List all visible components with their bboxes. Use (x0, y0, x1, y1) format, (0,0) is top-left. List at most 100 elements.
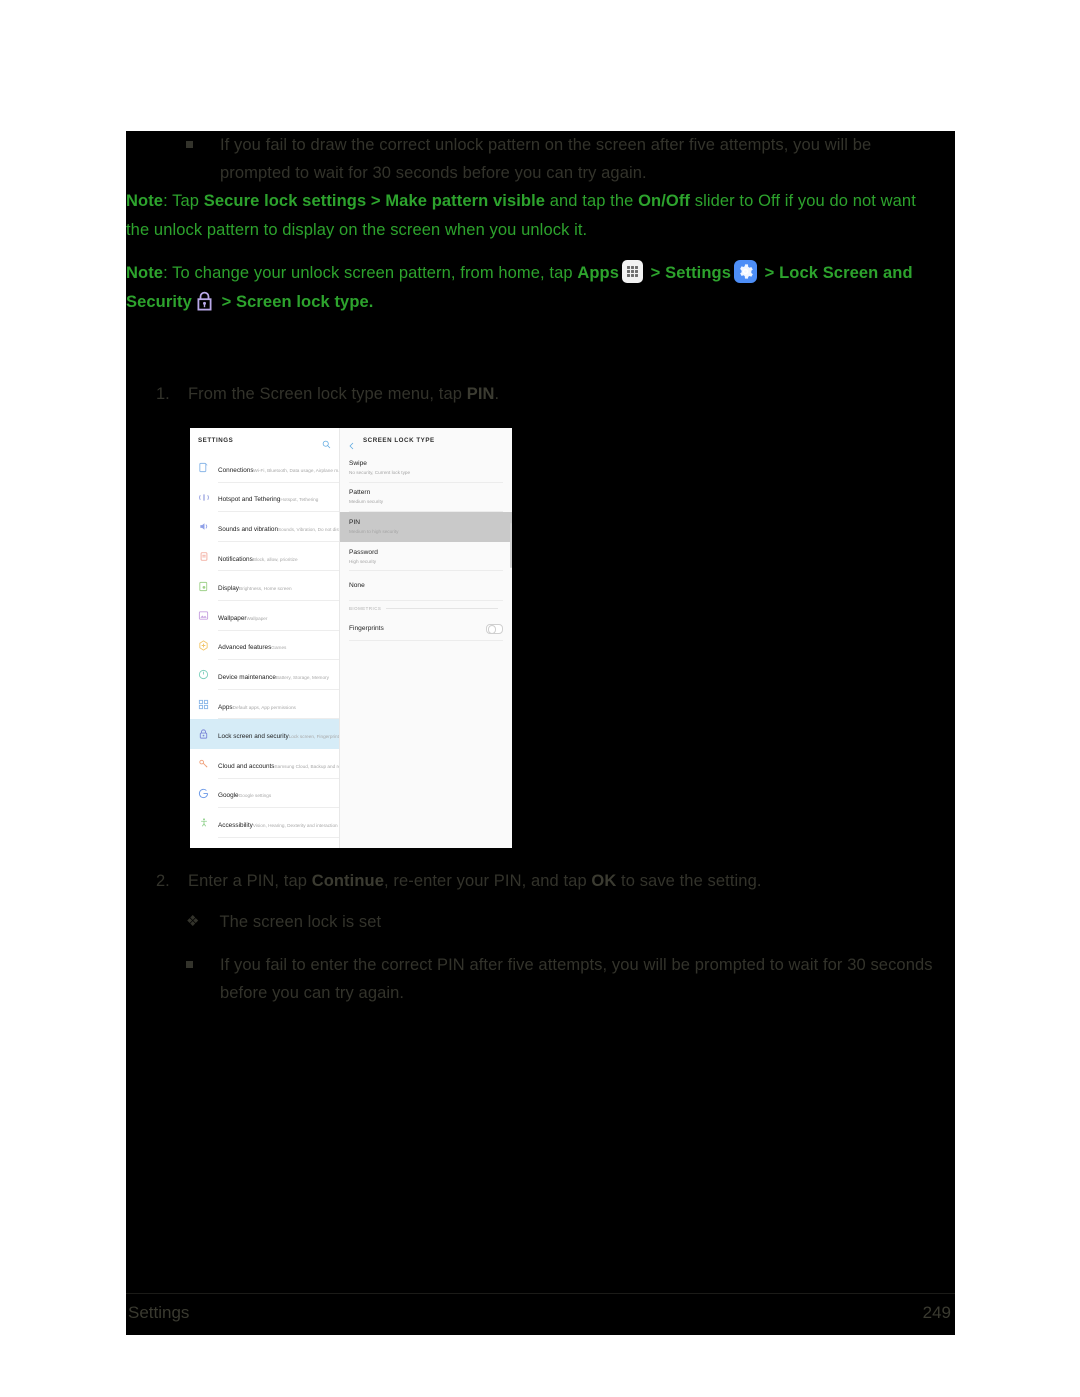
sidebar-item-subtitle: Wallpaper (246, 615, 268, 621)
sidebar-item-texts: Advanced featuresGames (218, 636, 339, 654)
lock-option-pattern[interactable]: Pattern Medium security (340, 482, 512, 513)
row-divider (218, 836, 339, 838)
note-text-1: : Tap (163, 192, 204, 210)
sidebar-item-subtitle: Default apps, App permissions (232, 704, 296, 710)
advanced-features-icon (197, 639, 210, 652)
step-text-part-1: Enter a PIN, tap (188, 872, 312, 890)
sidebar-item-sounds-and-vibration[interactable]: Sounds and vibrationSounds, Vibration, D… (190, 512, 339, 542)
step-bold-continue: Continue (311, 872, 384, 890)
settings-right-panel: SCREEN LOCK TYPE Swipe No security, Curre… (340, 428, 512, 848)
bullet-text: If you fail to enter the correct PIN aft… (220, 956, 933, 1002)
screen-lock-type-title: SCREEN LOCK TYPE (363, 437, 435, 444)
sidebar-item-accessibility[interactable]: AccessibilityVision, Hearing, Dexterity … (190, 808, 339, 838)
note-separator-2: > (760, 264, 780, 282)
sidebar-item-google[interactable]: GoogleGoogle settings (190, 779, 339, 809)
sidebar-item-texts: Sounds and vibrationSounds, Vibration, D… (218, 518, 339, 536)
sidebar-item-subtitle: Vision, Hearing, Dexterity and interacti… (252, 822, 338, 828)
settings-left-panel: SETTINGS ConnectionsWi-Fi, Bluetooth, Da… (190, 428, 340, 848)
sidebar-item-notifications[interactable]: NotificationsBlock, allow, prioritize (190, 542, 339, 572)
sidebar-item-texts: NotificationsBlock, allow, prioritize (218, 548, 339, 566)
lock-option-subtitle: High security (349, 558, 377, 564)
sidebar-item-hotspot-and-tethering[interactable]: Hotspot and TetheringHotspot, Tethering (190, 483, 339, 513)
back-chevron-icon[interactable] (348, 437, 356, 449)
sidebar-item-cloud-and-accounts[interactable]: Cloud and accountsSamsung Cloud, Backup … (190, 749, 339, 779)
sidebar-item-display[interactable]: DisplayBrightness, Home screen (190, 571, 339, 601)
sidebar-item-device-maintenance[interactable]: Device maintenanceBattery, Storage, Memo… (190, 660, 339, 690)
accessibility-icon (197, 816, 210, 829)
fingerprints-row[interactable]: Fingerprints (340, 617, 512, 641)
sidebar-item-label: Google (218, 792, 239, 800)
sidebar-item-subtitle: Games (271, 645, 287, 651)
page-footer: Settings 249 (126, 1293, 955, 1335)
square-bullet-icon (186, 141, 193, 148)
fingerprints-toggle[interactable] (486, 623, 503, 634)
note-bold-screen-lock-type: Screen lock type (236, 293, 369, 311)
apps-grid-icon (197, 698, 210, 711)
lock-option-password[interactable]: Password High security (340, 541, 512, 572)
settings-title: SETTINGS (198, 437, 234, 444)
manual-page: If you fail to draw the correct unlock p… (126, 131, 955, 1335)
settings-nav-list[interactable]: ConnectionsWi-Fi, Bluetooth, Data usage,… (190, 453, 339, 848)
screen-lock-type-header: SCREEN LOCK TYPE (340, 428, 512, 453)
footer-page-number: 249 (922, 1303, 951, 1322)
lock-option-label: None (349, 582, 365, 590)
step-text-part-3: to save the setting. (616, 872, 762, 890)
search-icon[interactable] (322, 436, 331, 449)
sidebar-item-lock-screen-and-security[interactable]: Lock screen and securityLock screen, Fin… (190, 719, 339, 749)
sidebar-item-apps[interactable]: AppsDefault apps, App permissions (190, 690, 339, 720)
sidebar-item-subtitle: Lock screen, Fingerprints (288, 734, 339, 740)
biometrics-section-header: BIOMETRICS (340, 601, 512, 617)
sidebar-item-subtitle: Google settings (238, 793, 272, 799)
sidebar-item-texts: AccessibilityVision, Hearing, Dexterity … (218, 814, 339, 832)
notifications-icon (197, 550, 210, 563)
square-bullet-icon (186, 961, 193, 968)
note-label: Note (126, 264, 164, 282)
note-period: . (368, 293, 374, 311)
sidebar-item-label: Notifications (218, 555, 253, 563)
step-bold-pin: PIN (466, 385, 495, 403)
scrollbar[interactable] (510, 523, 512, 568)
sidebar-item-label: Accessibility (218, 821, 253, 829)
sidebar-item-wallpaper[interactable]: WallpaperWallpaper (190, 601, 339, 631)
sound-icon (197, 520, 210, 533)
sidebar-item-label: Sounds and vibration (218, 525, 279, 533)
row-divider (349, 639, 503, 641)
footer-section-label: Settings (128, 1303, 190, 1322)
hotspot-icon (197, 491, 210, 504)
lock-option-label: PIN (349, 518, 360, 526)
sidebar-item-subtitle: Battery, Storage, Memory (275, 674, 329, 680)
sidebar-item-texts: AppsDefault apps, App permissions (218, 696, 339, 714)
screen-lock-option-list[interactable]: Swipe No security, Current lock type Patte… (340, 453, 512, 601)
sidebar-item-subtitle: Hotspot, Tethering (280, 497, 319, 503)
sidebar-item-texts: WallpaperWallpaper (218, 607, 339, 625)
sidebar-item-subtitle: Sounds, Vibration, Do not disturb (278, 526, 339, 532)
toggle-knob (487, 625, 496, 634)
list-number: 1. (156, 385, 170, 403)
note-block-1: Note: Tap Secure lock settings > Make pa… (126, 187, 926, 245)
connections-icon (197, 461, 210, 474)
note-bold-settings: Settings (665, 264, 731, 282)
lock-icon (197, 728, 210, 741)
device-maintenance-icon (197, 668, 210, 681)
note-label: Note (126, 192, 164, 210)
sidebar-item-label: Advanced features (218, 644, 272, 652)
step-text-part-2: . (494, 385, 500, 403)
lock-option-label: Password (349, 548, 378, 556)
sidebar-item-label: Wallpaper (218, 614, 247, 622)
sidebar-item-subtitle: Block, allow, prioritize (252, 556, 298, 562)
lock-option-none[interactable]: None (340, 571, 512, 601)
sidebar-item-texts: Device maintenanceBattery, Storage, Memo… (218, 666, 339, 684)
sidebar-item-advanced-features[interactable]: Advanced featuresGames (190, 631, 339, 661)
gear-icon (734, 260, 757, 283)
ordered-list-item-2: 2. Enter a PIN, tap Continue, re-enter y… (156, 867, 936, 895)
sidebar-item-connections[interactable]: ConnectionsWi-Fi, Bluetooth, Data usage,… (190, 453, 339, 483)
wallpaper-icon (197, 609, 210, 622)
display-icon (197, 580, 210, 593)
sidebar-item-label: Apps (218, 703, 233, 711)
sidebar-item-subtitle: Samsung Cloud, Backup and restore (274, 763, 340, 769)
lock-option-swipe[interactable]: Swipe No security, Current lock type (340, 453, 512, 483)
step-text: From the Screen lock type menu, tap PIN. (188, 380, 499, 408)
lock-option-pin[interactable]: PIN Medium to high security (340, 512, 512, 542)
biometrics-label: BIOMETRICS (349, 606, 382, 612)
lock-option-subtitle: Medium to high security (349, 528, 399, 534)
